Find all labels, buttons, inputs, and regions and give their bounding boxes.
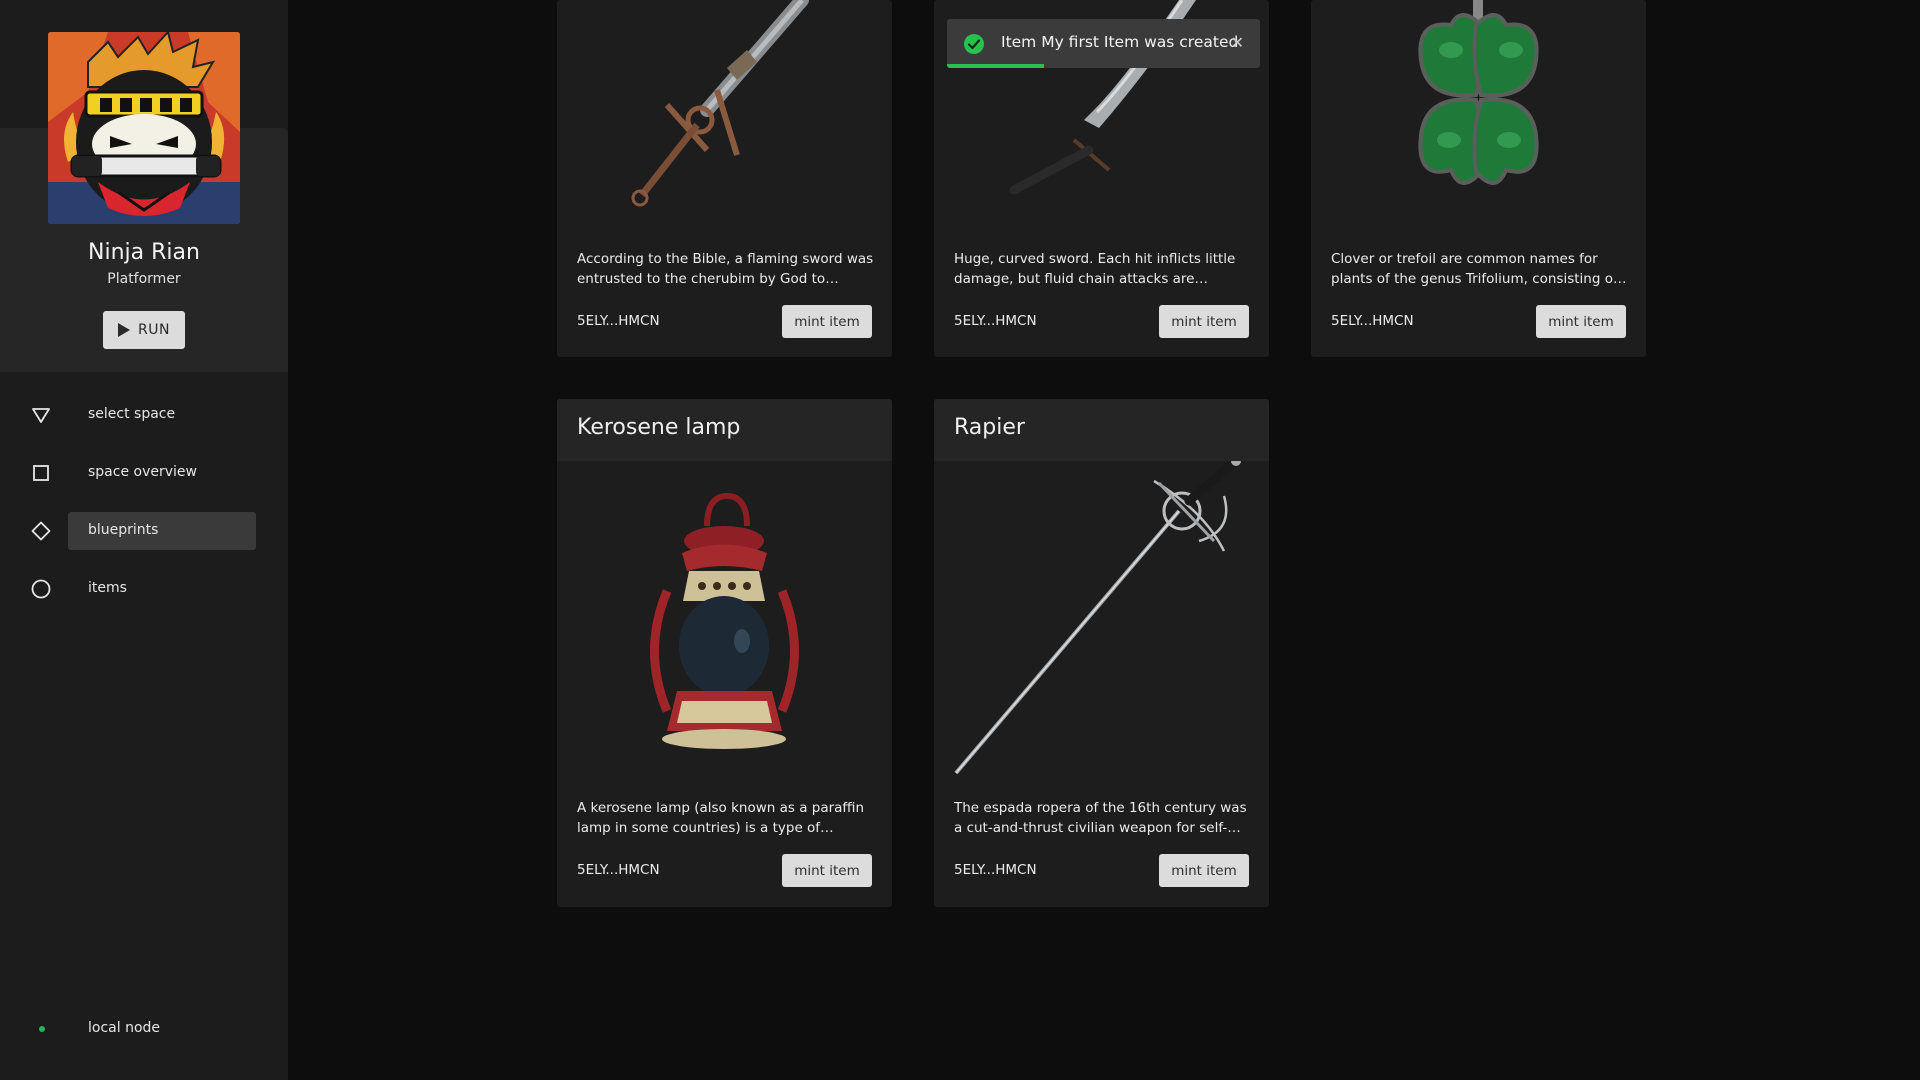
mint-item-button[interactable]: mint item	[782, 305, 872, 338]
mint-item-button[interactable]: mint item	[1536, 305, 1626, 338]
item-card: Rapier The espada ropera of the 16th cen…	[934, 399, 1269, 907]
success-check-icon	[964, 34, 984, 54]
nav-item-label: select space	[88, 406, 176, 422]
item-card: Clover or trefoil are common names for p…	[1311, 0, 1646, 357]
mint-item-button[interactable]: mint item	[782, 854, 872, 887]
nav-item-label: items	[88, 580, 127, 596]
close-icon[interactable]: ✕	[1231, 33, 1244, 52]
flaming-sword-image	[631, 0, 809, 207]
space-genre: Platformer	[107, 271, 181, 287]
run-button[interactable]: RUN	[103, 311, 185, 349]
item-description: A kerosene lamp (also known as a paraffi…	[577, 800, 865, 836]
item-owner: 5ELY...HMCN	[577, 313, 660, 329]
nav-item-blueprints[interactable]: blueprints	[0, 512, 288, 550]
circle-icon	[31, 579, 51, 599]
triangle-down-icon	[32, 408, 50, 423]
item-owner: 5ELY...HMCN	[954, 313, 1037, 329]
item-title: Rapier	[934, 399, 1269, 461]
play-icon	[118, 323, 131, 337]
nav-item-items[interactable]: items	[0, 570, 288, 608]
nav-item-label: space overview	[88, 464, 197, 480]
item-description: Huge, curved sword. Each hit inflicts li…	[954, 251, 1236, 287]
toast-notification: Item My first Item was created ✕	[947, 19, 1260, 68]
nav-item-label: blueprints	[88, 522, 159, 538]
space-avatar	[48, 32, 240, 224]
item-description: The espada ropera of the 16th century wa…	[954, 800, 1247, 836]
nav-item-space-overview[interactable]: space overview	[0, 454, 288, 492]
node-label: local node	[88, 1020, 161, 1036]
mint-item-button[interactable]: mint item	[1159, 305, 1249, 338]
node-status: local node	[0, 1010, 288, 1048]
item-title: Kerosene lamp	[557, 399, 892, 461]
item-owner: 5ELY...HMCN	[954, 862, 1037, 878]
toast-message: Item My first Item was created	[1001, 33, 1239, 51]
item-image	[557, 0, 892, 230]
run-button-label: RUN	[138, 322, 170, 338]
ninja-avatar-image	[48, 32, 240, 224]
item-card: According to the Bible, a flaming sword …	[557, 0, 892, 357]
toast-progress-bar	[947, 64, 1045, 68]
item-image	[557, 461, 892, 781]
space-profile-panel: Ninja Rian Platformer RUN	[0, 32, 288, 372]
rapier-image	[954, 456, 1241, 775]
item-image	[1311, 0, 1646, 230]
four-leaf-clover-image	[1418, 0, 1539, 185]
space-name: Ninja Rian	[88, 240, 200, 265]
item-owner: 5ELY...HMCN	[577, 862, 660, 878]
sidebar: Ninja Rian Platformer RUN select space s…	[0, 0, 288, 1080]
item-image	[934, 456, 1269, 781]
nav-item-select-space[interactable]: select space	[0, 396, 288, 434]
item-description: According to the Bible, a flaming sword …	[577, 251, 874, 287]
node-status-dot	[39, 1026, 45, 1032]
kerosene-lamp-image	[650, 492, 799, 749]
item-owner: 5ELY...HMCN	[1331, 313, 1414, 329]
square-icon	[33, 465, 49, 481]
item-card: Kerosene lamp A kerosene lamp (also know…	[557, 399, 892, 907]
mint-item-button[interactable]: mint item	[1159, 854, 1249, 887]
item-description: Clover or trefoil are common names for p…	[1331, 251, 1618, 287]
diamond-icon	[31, 521, 51, 541]
